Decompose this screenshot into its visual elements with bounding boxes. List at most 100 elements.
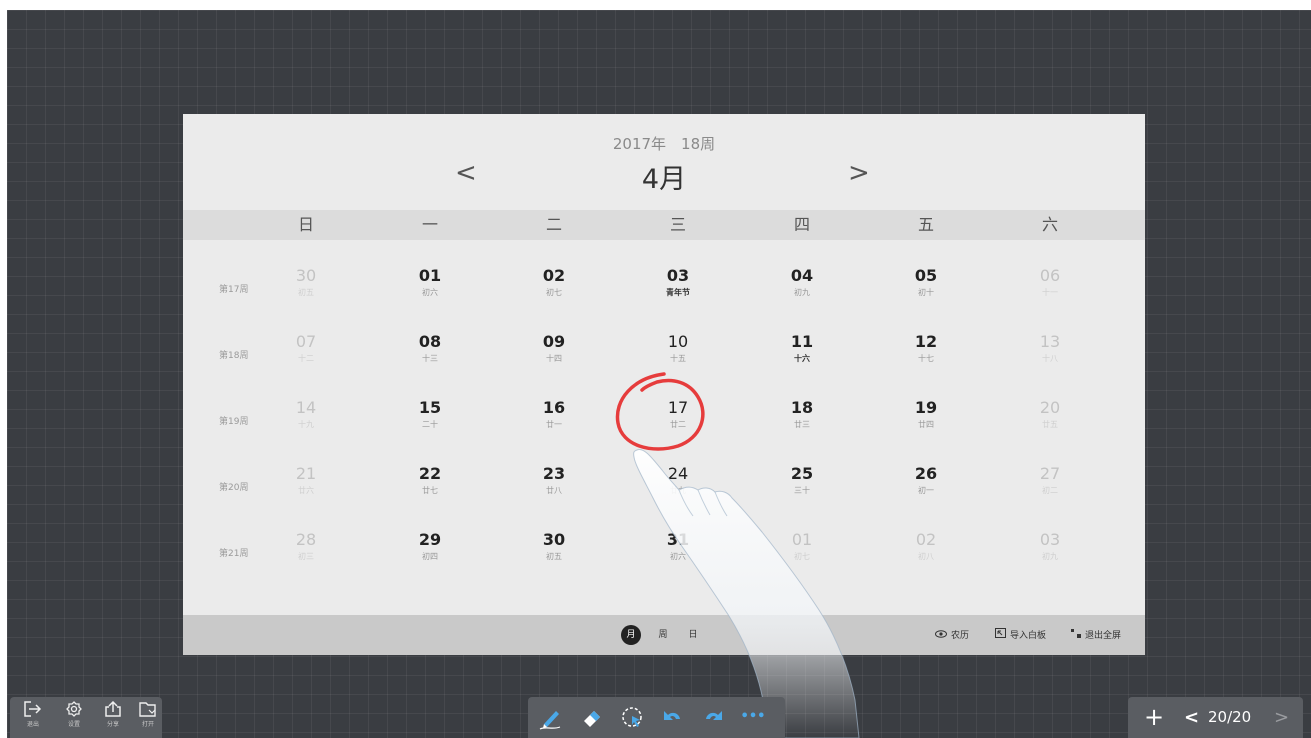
lunar-toggle-button[interactable]: 农历: [935, 628, 969, 641]
weekday-thu: 四: [793, 215, 810, 234]
eraser-tool-button[interactable]: [580, 706, 606, 730]
redo-button[interactable]: [700, 706, 726, 730]
open-button[interactable]: 打开: [134, 701, 162, 728]
lunar-date: 十三: [422, 354, 438, 363]
lunar-date: 廿三: [794, 420, 810, 429]
exit-icon: [24, 701, 42, 717]
import-icon: [995, 628, 1006, 641]
view-week-button[interactable]: 周: [653, 625, 673, 645]
day-cell[interactable]: 23 廿八: [514, 464, 594, 497]
drawing-toolbar: •••: [528, 697, 785, 738]
day-number: 22: [418, 464, 442, 483]
view-day-button[interactable]: 日: [683, 625, 703, 645]
day-cell[interactable]: 30 初五: [514, 530, 594, 563]
day-cell[interactable]: 18 廿三: [762, 398, 842, 431]
calendar-footer: 月 周 日 农历 导入白板 退出全屏: [183, 615, 1145, 655]
day-cell[interactable]: 22 廿七: [390, 464, 470, 497]
day-number: 02: [915, 530, 937, 549]
day-cell[interactable]: 30 初五: [266, 266, 346, 299]
day-number: 27: [1039, 464, 1061, 483]
day-cell[interactable]: 10 十五: [638, 332, 718, 365]
day-number: 20: [1039, 398, 1061, 417]
day-cell[interactable]: 31 初六: [638, 530, 718, 563]
day-cell[interactable]: 03 青年节: [638, 266, 718, 299]
exit-fullscreen-button[interactable]: 退出全屏: [1071, 628, 1121, 641]
day-number: 11: [790, 332, 814, 351]
weekday-mon: 一: [421, 215, 438, 234]
day-cell[interactable]: 01 初六: [390, 266, 470, 299]
lunar-date: 廿七: [422, 486, 438, 495]
day-cell[interactable]: 08 十三: [390, 332, 470, 365]
next-month-button[interactable]: >: [848, 160, 870, 186]
folder-open-icon: [139, 702, 156, 717]
import-whiteboard-button[interactable]: 导入白板: [995, 628, 1046, 641]
lunar-date: 初一: [918, 486, 934, 495]
day-cell[interactable]: 07 十二: [266, 332, 346, 365]
week-row: 第20周 21 廿六 22 廿七 23 廿八 24 廿九 25 三十 26 初一 27 初二: [183, 464, 1145, 530]
day-cell[interactable]: 29 初四: [390, 530, 470, 563]
lunar-date: 十八: [1042, 354, 1058, 363]
day-number: 17: [667, 398, 689, 417]
prev-page-button[interactable]: <: [1184, 697, 1199, 738]
view-month-button[interactable]: 月: [621, 625, 641, 645]
more-button[interactable]: •••: [740, 706, 766, 730]
day-cell[interactable]: 06 十一: [1010, 266, 1090, 299]
lunar-date: 廿二: [670, 420, 686, 429]
day-cell[interactable]: 16 廿一: [514, 398, 594, 431]
day-cell[interactable]: 25 三十: [762, 464, 842, 497]
weekday-sun: 日: [297, 215, 314, 234]
exit-label: 退出: [26, 721, 39, 728]
lasso-select-icon: [622, 707, 642, 727]
day-cell[interactable]: 01 初七: [762, 530, 842, 563]
settings-label: 设置: [67, 721, 80, 728]
day-cell[interactable]: 04 初九: [762, 266, 842, 299]
settings-button[interactable]: 设置: [60, 701, 88, 728]
day-cell[interactable]: 05 初十: [886, 266, 966, 299]
day-cell[interactable]: 27 初二: [1010, 464, 1090, 497]
day-cell[interactable]: 11 十六: [762, 332, 842, 365]
day-cell[interactable]: 26 初一: [886, 464, 966, 497]
week-row: 第19周 14 十九 15 二十 16 廿一 17 廿二 18 廿三 19 廿四 20 廿五: [183, 398, 1145, 464]
lunar-date: 初九: [794, 288, 810, 297]
next-page-button[interactable]: >: [1274, 697, 1289, 738]
day-number: 15: [418, 398, 442, 417]
lunar-date: 三十: [794, 486, 810, 495]
pen-tool-button[interactable]: [538, 706, 564, 730]
year-week-label: 2017年 18周: [612, 135, 716, 153]
day-cell[interactable]: 24 廿九: [638, 464, 718, 497]
day-cell[interactable]: 13 十八: [1010, 332, 1090, 365]
lunar-date: 廿四: [918, 420, 934, 429]
day-cell[interactable]: 09 十四: [514, 332, 594, 365]
lunar-date: 十九: [298, 420, 314, 429]
import-whiteboard-label: 导入白板: [1010, 631, 1047, 641]
lunar-date: 初六: [422, 288, 438, 297]
prev-month-button[interactable]: <: [455, 160, 477, 186]
select-tool-button[interactable]: [620, 706, 646, 730]
day-cell[interactable]: 15 二十: [390, 398, 470, 431]
redo-icon: [706, 711, 722, 720]
lunar-date: 青年节: [666, 288, 690, 297]
add-page-button[interactable]: +: [1144, 697, 1164, 738]
whiteboard-canvas[interactable]: 2017年 18周 4月 < > 日 一 二 三 四 五 六 第17周 30 初五 0…: [7, 10, 1311, 738]
day-cell[interactable]: 17 廿二: [638, 398, 718, 431]
day-number: 05: [914, 266, 938, 285]
day-cell[interactable]: 03 初九: [1010, 530, 1090, 563]
weekday-wed: 三: [669, 215, 686, 234]
exit-button[interactable]: 退出: [19, 701, 47, 728]
undo-button[interactable]: [660, 706, 686, 730]
day-cell[interactable]: 20 廿五: [1010, 398, 1090, 431]
week-number-label: 第21周: [219, 549, 249, 559]
day-number: 13: [1039, 332, 1061, 351]
day-cell[interactable]: 12 十七: [886, 332, 966, 365]
exit-fullscreen-label: 退出全屏: [1085, 631, 1122, 641]
day-cell[interactable]: 19 廿四: [886, 398, 966, 431]
share-button[interactable]: 分享: [99, 701, 127, 728]
day-cell[interactable]: 28 初三: [266, 530, 346, 563]
day-number: 04: [790, 266, 814, 285]
day-cell[interactable]: 02 初八: [886, 530, 966, 563]
share-label: 分享: [106, 721, 119, 728]
day-cell[interactable]: 02 初七: [514, 266, 594, 299]
day-cell[interactable]: 21 廿六: [266, 464, 346, 497]
page-toolbar: + < 20/20 >: [1128, 697, 1303, 738]
day-cell[interactable]: 14 十九: [266, 398, 346, 431]
